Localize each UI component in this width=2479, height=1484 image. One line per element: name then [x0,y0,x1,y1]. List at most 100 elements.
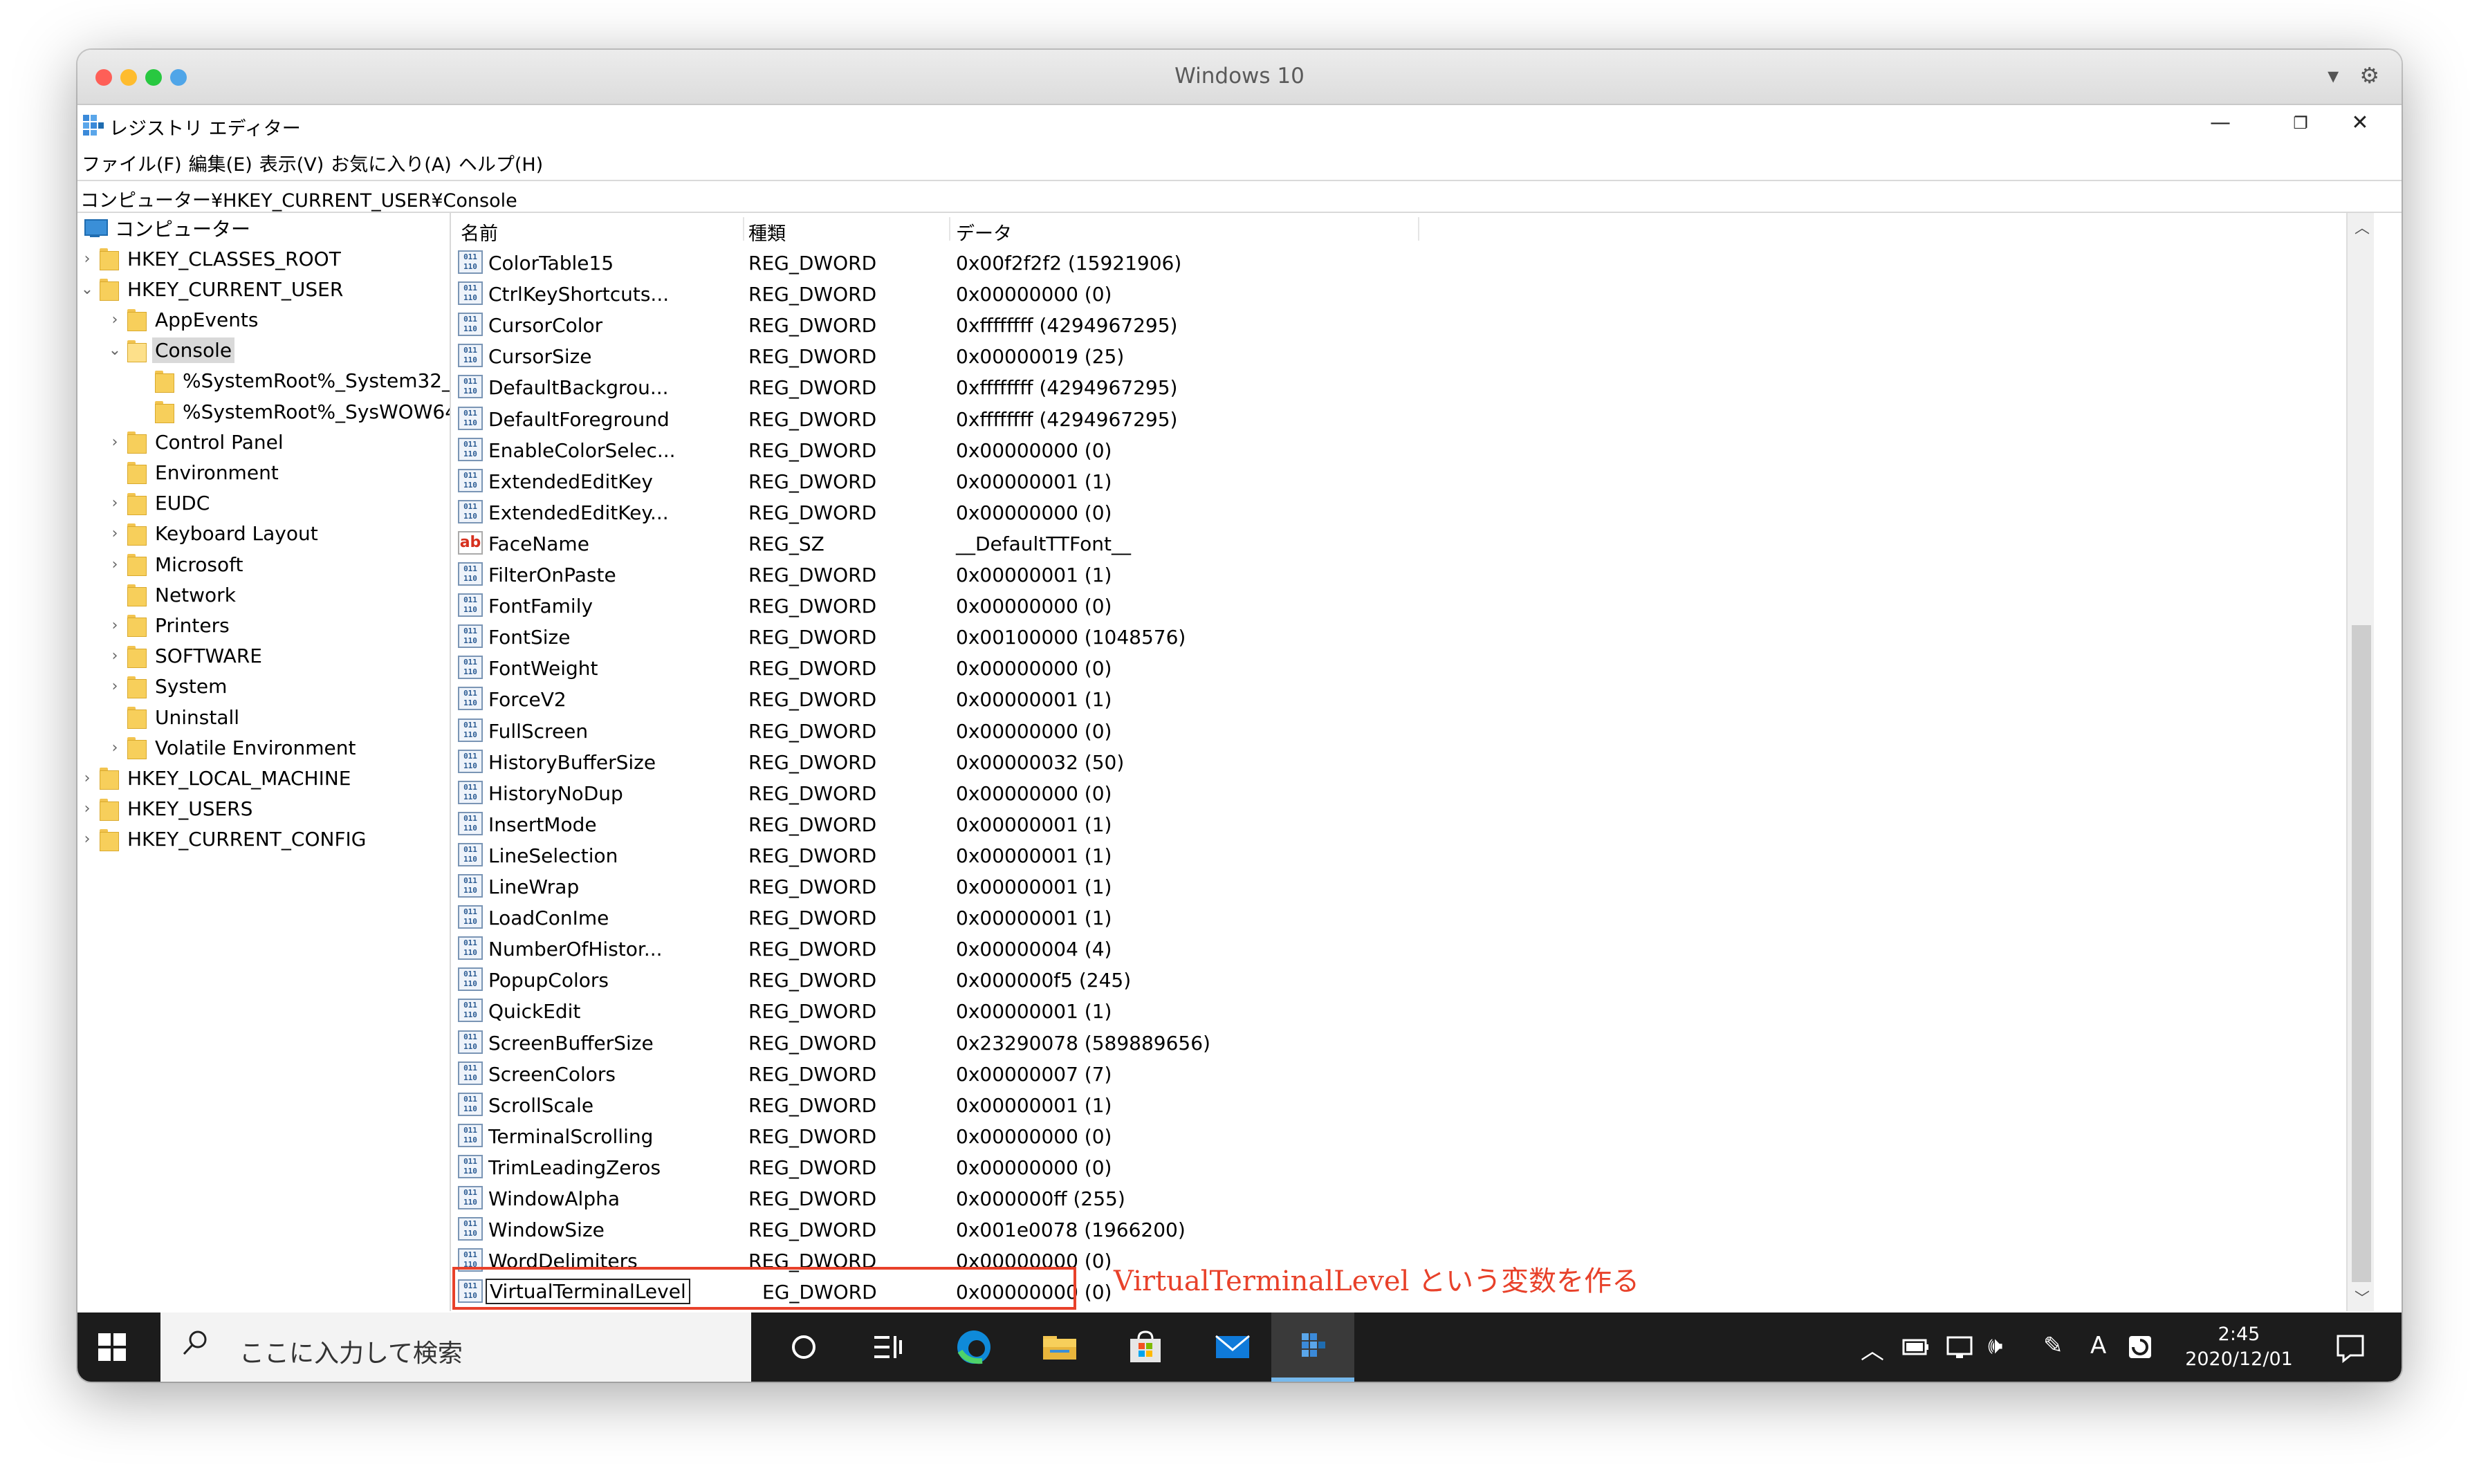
chevron-right-icon[interactable]: › [108,739,122,757]
value-row[interactable]: 011 110 FontFamily REG_DWORD 0x00000000 (0) [452,589,1421,620]
value-row[interactable]: 011 110 DefaultBackgrou... REG_DWORD 0xffff… [452,371,1421,402]
chevron-right-icon[interactable]: › [80,800,94,817]
menu-view[interactable]: 表示(V) [259,149,324,176]
tree-item[interactable]: › HKEY_CLASSES_ROOT [80,243,344,274]
value-row[interactable]: 011 110 ScrollScale REG_DWORD 0x00000001 (1… [452,1088,1421,1120]
value-row[interactable]: 011 110 ExtendedEditKey REG_DWORD 0x0000000… [452,465,1421,496]
scroll-down-icon[interactable]: ﹀ [2354,1286,2370,1308]
value-row[interactable]: 011 110 WindowSize REG_DWORD 0x001e0078 (19… [452,1213,1421,1244]
store-icon[interactable] [1125,1326,1166,1368]
scroll-up-icon[interactable]: ︿ [2354,216,2370,238]
column-name[interactable]: 名前 [461,219,498,245]
value-row[interactable]: 011 110 QuickEdit REG_DWORD 0x00000001 (1) [452,994,1421,1026]
chevron-right-icon[interactable]: › [108,525,122,542]
tree-item[interactable]: › Printers [108,610,232,640]
tree-item[interactable]: › Control Panel [108,427,286,457]
close-button[interactable]: ✕ [2339,111,2381,141]
menu-help[interactable]: ヘルプ(H) [459,149,543,176]
tree-item[interactable]: Network [108,579,239,610]
minimize-button[interactable]: — [2200,111,2241,141]
value-row[interactable]: 011 110 CursorSize REG_DWORD 0x00000019 (25… [452,340,1421,371]
value-row[interactable]: 011 110 CursorColor REG_DWORD 0xffffffff (4… [452,308,1421,340]
value-row[interactable]: 011 110 ExtendedEditKey... REG_DWORD 0x0000… [452,496,1421,527]
chevron-down-icon[interactable]: ⌄ [108,342,122,359]
tree-item[interactable]: Uninstall [108,702,242,732]
tree-item[interactable]: %SystemRoot%_System32_W [136,366,450,396]
tree-item[interactable]: › HKEY_LOCAL_MACHINE [80,763,353,793]
tree-item[interactable]: › Keyboard Layout [108,519,321,549]
value-row[interactable]: 011 110 FullScreen REG_DWORD 0x00000000 (0) [452,714,1421,745]
mail-icon[interactable] [1212,1326,1253,1368]
tree-item[interactable]: ⌄ Console [108,335,235,366]
chevron-right-icon[interactable]: › [80,770,94,787]
taskbar-search-box[interactable]: ここに入力して検索 [160,1313,751,1382]
edge-icon[interactable] [953,1326,995,1368]
chevron-right-icon[interactable]: › [108,556,122,573]
value-row[interactable]: 011 110 ScreenColors REG_DWORD 0x00000007 (… [452,1057,1421,1088]
chevron-right-icon[interactable]: › [80,250,94,268]
network-icon[interactable] [1945,1332,1975,1362]
value-row[interactable]: 011 110 LineSelection REG_DWORD 0x00000001 … [452,839,1421,870]
tree-item[interactable]: › Microsoft [108,549,246,579]
list-vertical-scrollbar[interactable]: ︿ ﹀ [2346,213,2374,1311]
task-view-circle-icon[interactable] [783,1326,824,1368]
tree-item[interactable]: › HKEY_CURRENT_CONFIG [80,824,369,855]
value-row[interactable]: 011 110 DefaultForeground REG_DWORD 0xfffff… [452,402,1421,434]
chevron-down-icon[interactable]: ⌄ [80,281,94,298]
ime-indicator[interactable]: A [2090,1332,2106,1360]
value-row[interactable]: 011 110 FontSize REG_DWORD 0x00100000 (1048… [452,620,1421,651]
notification-icon[interactable] [2334,1332,2367,1365]
value-row[interactable]: 011 110 FontWeight REG_DWORD 0x00000000 (0) [452,651,1421,683]
tree-root[interactable]: コンピューター [80,213,253,243]
chevron-right-icon[interactable]: › [108,494,122,512]
file-explorer-icon[interactable] [1039,1326,1080,1368]
column-type[interactable]: 種類 [748,219,786,245]
tree-item[interactable]: ⌄ HKEY_CURRENT_USER [80,274,346,304]
value-row[interactable]: 011 110 ColorTable15 REG_DWORD 0x00f2f2f2 (… [452,246,1421,277]
value-row[interactable]: 011 110 TrimLeadingZeros REG_DWORD 0x000000… [452,1151,1421,1182]
chevron-right-icon[interactable]: › [80,831,94,848]
value-row[interactable]: 011 110 WindowAlpha REG_DWORD 0x000000ff (2… [452,1182,1421,1213]
list-scroll-thumb[interactable] [2352,625,2371,1282]
value-row[interactable]: 011 110 NumberOfHistor... REG_DWORD 0x00000… [452,932,1421,963]
tree-item[interactable]: %SystemRoot%_SysWOW64 [136,396,450,427]
tree-item[interactable]: › SOFTWARE [108,641,265,671]
value-row[interactable]: 011 110 PopupColors REG_DWORD 0x000000f5 (2… [452,963,1421,994]
value-row[interactable]: ab FaceName REG_SZ __DefaultTTFont__ [452,527,1421,558]
start-button[interactable] [98,1333,126,1361]
address-bar[interactable]: コンピューター¥HKEY_CURRENT_USER¥Console [77,180,2402,213]
tree-item[interactable]: › AppEvents [108,304,261,335]
value-row[interactable]: 011 110 InsertMode REG_DWORD 0x00000001 (1) [452,808,1421,839]
vm-tools-icon[interactable]: ▾ ⚙ [2328,62,2386,89]
pen-icon[interactable]: ✎ [2043,1332,2063,1360]
tree-item[interactable]: › System [108,671,230,702]
volume-icon[interactable]: 🕪 [1988,1332,2002,1360]
menu-favorites[interactable]: お気に入り(A) [331,149,452,176]
battery-icon[interactable] [1901,1332,1931,1362]
ime-mode-icon[interactable] [2125,1332,2155,1362]
value-row[interactable]: 011 110 FilterOnPaste REG_DWORD 0x00000001 … [452,558,1421,589]
value-row[interactable]: 011 110 CtrlKeyShortcuts... REG_DWORD 0x000… [452,277,1421,308]
tray-overflow-icon[interactable]: ︿ [1861,1332,1884,1366]
value-row[interactable]: 011 110 EnableColorSelec... REG_DWORD 0x000… [452,434,1421,465]
chevron-right-icon[interactable]: › [108,311,122,328]
tree-item[interactable]: › EUDC [108,488,212,519]
restore-button[interactable]: ❐ [2280,113,2321,144]
chevron-right-icon[interactable]: › [108,617,122,634]
value-row[interactable]: 011 110 HistoryNoDup REG_DWORD 0x00000000 (… [452,777,1421,808]
tree-item[interactable]: › HKEY_USERS [80,794,255,824]
value-row[interactable]: 011 110 ScreenBufferSize REG_DWORD 0x232900… [452,1026,1421,1057]
menu-file[interactable]: ファイル(F) [82,149,182,176]
chevron-right-icon[interactable]: › [108,678,122,695]
value-row[interactable]: 011 110 TerminalScrolling REG_DWORD 0x00000… [452,1120,1421,1151]
tree-item[interactable]: Environment [108,457,282,488]
column-data[interactable]: データ [956,219,1012,245]
task-view-icon[interactable] [867,1326,909,1368]
menu-edit[interactable]: 編集(E) [189,149,252,176]
value-row[interactable]: 011 110 LineWrap REG_DWORD 0x00000001 (1) [452,870,1421,901]
chevron-right-icon[interactable]: › [108,434,122,451]
value-row[interactable]: 011 110 HistoryBufferSize REG_DWORD 0x00000… [452,745,1421,777]
regedit-taskbar-button[interactable] [1271,1313,1354,1382]
taskbar-clock[interactable]: 2:45 2020/12/01 [2180,1322,2298,1372]
tree-item[interactable]: › Volatile Environment [108,732,359,763]
